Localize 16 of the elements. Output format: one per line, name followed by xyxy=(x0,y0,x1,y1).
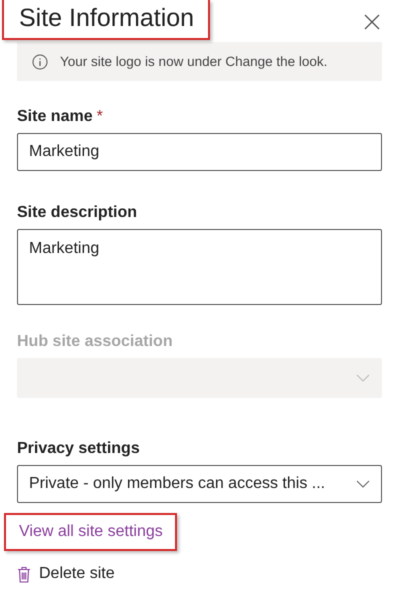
text-area[interactable]: Marketing xyxy=(17,229,382,305)
close-icon[interactable] xyxy=(364,14,380,30)
dropdown[interactable]: Private - only members can access this ... xyxy=(17,465,382,503)
delete-button[interactable]: Delete site xyxy=(17,565,115,583)
chevron-down-icon xyxy=(356,374,370,382)
field-label: Hub site association xyxy=(17,333,173,351)
text-field[interactable]: Marketing xyxy=(17,133,382,171)
trash-icon xyxy=(17,566,31,582)
chevron-down-icon xyxy=(356,480,370,488)
field-label: Site name xyxy=(17,108,93,126)
required-asterisk: * xyxy=(96,108,103,126)
info-message: Your site logo is now under Change the look. xyxy=(60,54,328,69)
field-label: Privacy settings xyxy=(17,440,140,458)
info-icon xyxy=(32,54,48,70)
field-label: Site description xyxy=(17,204,138,222)
panel-title: Site Information xyxy=(19,3,194,34)
